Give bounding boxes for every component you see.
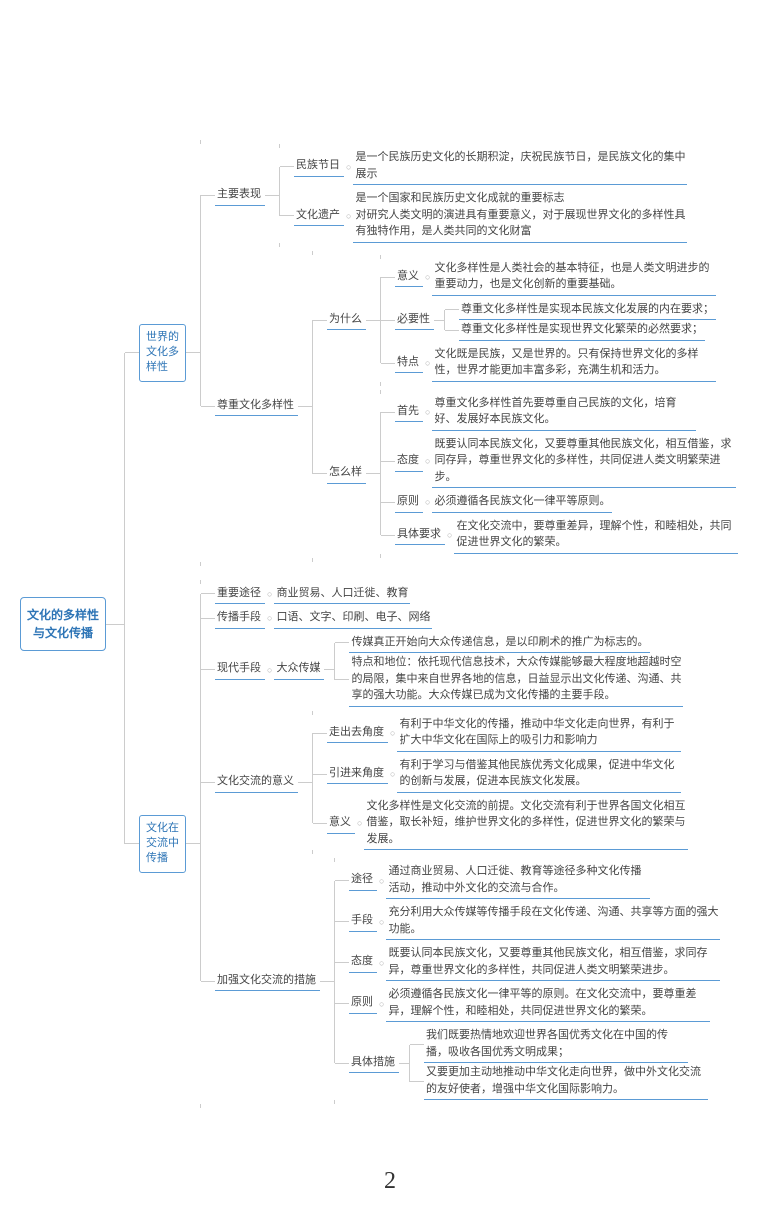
leaf: 文化多样性是人类社会的基本特征，也是人类文明进步的重要动力，也是文化创新的重要基… xyxy=(432,259,716,296)
node-exchange-meaning: 文化交流的意义 xyxy=(215,772,298,793)
node-m-principle: 原则 xyxy=(349,993,377,1014)
node-why: 为什么 xyxy=(327,310,366,331)
leaf: 尊重文化多样性是实现本民族文化发展的内在要求； xyxy=(459,300,716,321)
branch-culture-spread: 文化在 交流中 传播 xyxy=(139,815,186,873)
leaf: 尊重文化多样性首先要尊重自己民族的文化，培育好、发展好本民族文化。 xyxy=(432,394,696,431)
node-modern-means: 现代手段 xyxy=(215,659,265,680)
node-cultural-heritage: 文化遗产 xyxy=(294,206,344,227)
leaf: 商业贸易、人口迁徙、教育 xyxy=(274,584,410,605)
node-principle: 原则 xyxy=(395,492,423,513)
leaf: 既要认同本民族文化，又要尊重其他民族文化，相互借鉴，求同存异，尊重世界文化的多样… xyxy=(386,944,720,981)
node-mass-media: 大众传媒 xyxy=(274,659,324,680)
leaf: 特点和地位：依托现代信息技术，大众传媒能够最大程度地超越时空的局限，集中来自世界… xyxy=(349,653,683,707)
node-sig: 意义 xyxy=(327,813,355,834)
node-main-expression: 主要表现 xyxy=(215,185,265,206)
node-respect-diversity: 尊重文化多样性 xyxy=(215,396,298,417)
node-requirement: 具体要求 xyxy=(395,525,445,546)
node-first: 首先 xyxy=(395,402,423,423)
node-meaning: 意义 xyxy=(395,267,423,288)
leaf: 尊重文化多样性是实现世界文化繁荣的必然要求； xyxy=(459,320,705,341)
leaf: 是一个民族历史文化的长期积淀，庆祝民族节日，是民族文化的集中展示 xyxy=(353,148,687,185)
leaf: 传媒真正开始向大众传递信息，是以印刷术的推广为标志的。 xyxy=(349,633,650,654)
leaf: 必须遵循各民族文化一律平等的原则。在文化交流中，要尊重差异，理解个性，和睦相处，… xyxy=(386,985,710,1022)
branch-world-diversity: 世界的 文化多 样性 xyxy=(139,324,186,382)
leaf: 是一个国家和民族历史文化成就的重要标志 对研究人类文明的演进具有重要意义，对于展… xyxy=(353,189,687,243)
node-m-path: 途径 xyxy=(349,870,377,891)
leaf: 在文化交流中，要尊重差异，理解个性，和睦相处，共同促进世界文化的繁荣。 xyxy=(454,517,738,554)
node-ethnic-festival: 民族节日 xyxy=(294,156,344,177)
leaf: 又要更加主动地推动中华文化走向世界，做中外文化交流的友好使者，增强中华文化国际影… xyxy=(424,1063,708,1100)
leaf: 我们既要热情地欢迎世界各国优秀文化在中国的传播，吸收各国优秀文明成果； xyxy=(424,1026,688,1063)
node-necessity: 必要性 xyxy=(395,310,434,331)
leaf: 文化多样性是文化交流的前提。文化交流有利于世界各国文化相互借鉴，取长补短，维护世… xyxy=(364,797,688,851)
node-out: 走出去角度 xyxy=(327,723,388,744)
leaf: 充分利用大众传媒等传播手段在文化传递、沟通、共享等方面的强大功能。 xyxy=(386,903,720,940)
node-feature: 特点 xyxy=(395,353,423,374)
leaf: 有利于中华文化的传播，推动中华文化走向世界，有利于扩大中华文化在国际上的吸引力和… xyxy=(397,715,681,752)
node-spread-means: 传播手段 xyxy=(215,608,265,629)
node-main-path: 重要途径 xyxy=(215,584,265,605)
leaf: 既要认同本民族文化，又要尊重其他民族文化，相互借鉴，求同存异，尊重世界文化的多样… xyxy=(432,435,736,489)
leaf: 有利于学习与借鉴其他民族优秀文化成果，促进中华文化的创新与发展，促进本民族文化发… xyxy=(397,756,681,793)
leaf: 文化既是民族，又是世界的。只有保持世界文化的多样性，世界才能更加丰富多彩，充满生… xyxy=(432,345,716,382)
page-number: 2 xyxy=(20,1168,760,1195)
leaf: 必须遵循各民族文化一律平等原则。 xyxy=(432,492,612,513)
node-how: 怎么样 xyxy=(327,463,366,484)
mindmap: 文化的多样性 与文化传播 世界的 文化多 样性 主要表现 民族节日○是一个民族历… xyxy=(20,20,760,1195)
node-in: 引进来角度 xyxy=(327,764,388,785)
leaf: 通过商业贸易、人口迁徙、教育等途径多种文化传播活动，推动中外文化的交流与合作。 xyxy=(386,862,650,899)
node-attitude: 态度 xyxy=(395,451,423,472)
node-m-means: 手段 xyxy=(349,911,377,932)
leaf: 口语、文字、印刷、电子、网络 xyxy=(274,608,432,629)
node-measures: 加强文化交流的措施 xyxy=(215,971,320,992)
node-m-concrete: 具体措施 xyxy=(349,1053,399,1074)
node-m-attitude: 态度 xyxy=(349,952,377,973)
root-node: 文化的多样性 与文化传播 xyxy=(20,597,106,651)
